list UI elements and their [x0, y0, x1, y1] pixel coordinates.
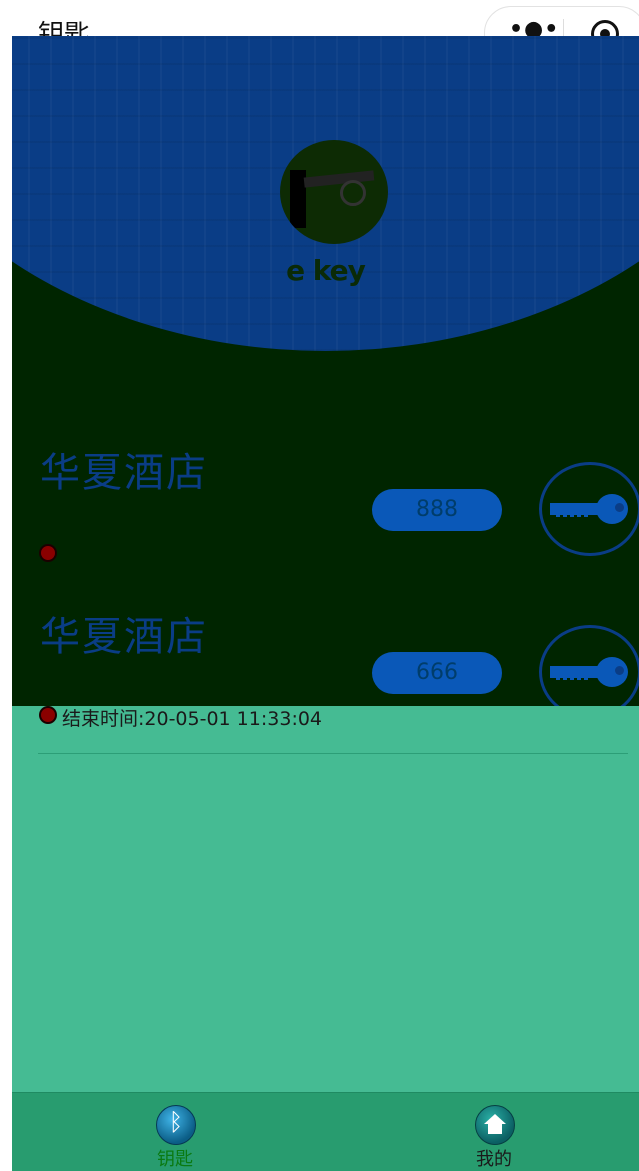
tab-bar: 钥匙 我的 [12, 1092, 639, 1171]
unlock-key-button[interactable] [539, 462, 639, 556]
key-teeth [556, 513, 590, 517]
status-dot [39, 706, 57, 724]
room-number-badge: 666 [372, 652, 502, 694]
list-divider [38, 753, 628, 754]
bluetooth-icon [156, 1105, 196, 1145]
avatar-image-part [340, 180, 366, 206]
tab-mine[interactable]: 我的 [439, 1093, 549, 1171]
key-teeth [556, 676, 590, 680]
key-hole [615, 666, 624, 675]
end-time-text: 结束时间:20-05-01 11:33:04 [62, 708, 323, 730]
brand-name: e key [286, 254, 366, 287]
hotel-name: 华夏酒店 [40, 614, 208, 660]
tab-keys[interactable]: 钥匙 [120, 1093, 230, 1171]
home-icon-body [488, 1124, 502, 1134]
tab-label: 钥匙 [157, 1149, 193, 1170]
status-dot [39, 544, 57, 562]
hotel-name: 华夏酒店 [40, 450, 208, 496]
home-icon [475, 1105, 515, 1145]
avatar [280, 140, 388, 244]
key-hole [615, 503, 624, 512]
tab-label: 我的 [476, 1149, 512, 1170]
room-number-badge: 888 [372, 489, 502, 531]
unlock-key-button[interactable] [539, 625, 639, 706]
home-icon-roof [484, 1114, 506, 1124]
modal-overlay: e key 华夏酒店 888 华夏酒店 666 [12, 36, 639, 706]
